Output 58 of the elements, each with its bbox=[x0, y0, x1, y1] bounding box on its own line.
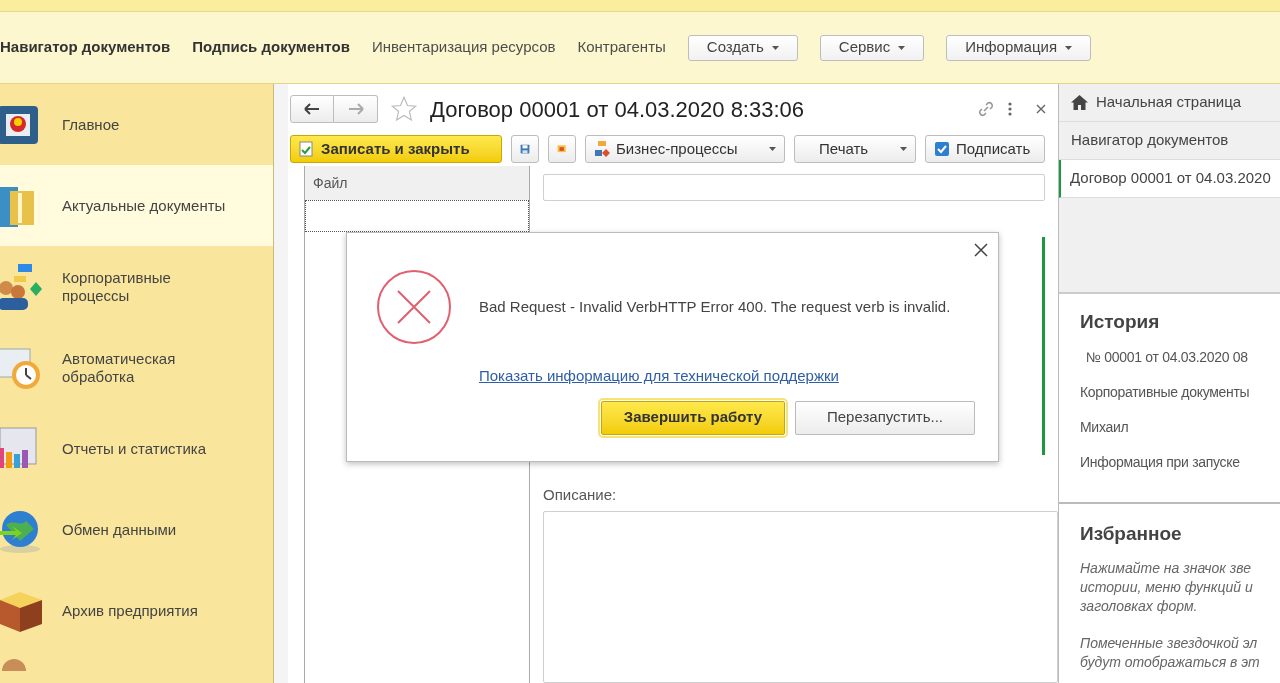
error-message: Bad Request - Invalid VerbHTTP Error 400. The request verb is invalid. bbox=[479, 296, 951, 317]
history-item[interactable]: Михаил bbox=[1080, 416, 1129, 438]
support-info-link[interactable]: Показать информацию для технической поддержки bbox=[479, 365, 839, 388]
form-title: Договор 00001 от 04.03.2020 8:33:06 bbox=[430, 95, 805, 124]
link-icon[interactable] bbox=[976, 99, 996, 119]
menu-dropdown[interactable]: Создать bbox=[687, 34, 798, 61]
history-item[interactable]: Корпоративные документы bbox=[1080, 381, 1250, 403]
description-label: Описание: bbox=[543, 485, 618, 505]
checkbox-icon bbox=[934, 141, 950, 157]
name-field[interactable] bbox=[543, 174, 1045, 201]
favorites-title: Избранное bbox=[1080, 522, 1183, 546]
section-item[interactable]: Архив предприятия bbox=[0, 570, 273, 651]
back-button[interactable] bbox=[290, 95, 334, 123]
error-icon bbox=[376, 269, 452, 345]
section-item[interactable]: Обмен данными bbox=[0, 489, 273, 570]
section-item[interactable]: Главное bbox=[0, 84, 273, 165]
caret-icon bbox=[900, 147, 907, 151]
open-window-item[interactable]: Договор 00001 от 04.03.2020 bbox=[1059, 160, 1280, 198]
back-arrow-icon bbox=[304, 103, 320, 115]
close-icon[interactable] bbox=[1036, 104, 1046, 114]
open-window-item[interactable]: Начальная страница bbox=[1059, 84, 1280, 122]
column-header: Файл bbox=[305, 166, 529, 200]
caret-icon bbox=[1065, 45, 1073, 50]
caret-icon bbox=[771, 45, 779, 50]
favorites-hint: Нажимайте на значок зве истории, меню функций и заголовках форм. bbox=[1080, 558, 1254, 616]
print-button[interactable]: Печать bbox=[794, 135, 916, 163]
sign-button[interactable]: Подписать bbox=[925, 135, 1045, 163]
star-icon[interactable] bbox=[390, 95, 418, 123]
process-icon bbox=[594, 140, 610, 158]
home-icon bbox=[1071, 95, 1088, 110]
save-button[interactable] bbox=[511, 135, 539, 163]
menu-dropdown[interactable]: Сервис bbox=[819, 34, 925, 61]
history-title: История bbox=[1080, 310, 1161, 334]
report-button[interactable] bbox=[548, 135, 576, 163]
description-field[interactable] bbox=[543, 510, 1058, 683]
section-item[interactable]: Актуальные документы bbox=[0, 165, 273, 246]
menu-dropdown[interactable]: Информация bbox=[946, 34, 1092, 61]
more-icon[interactable] bbox=[1008, 102, 1012, 116]
person-icon bbox=[2, 659, 26, 671]
menu-link[interactable]: Навигатор документов bbox=[0, 36, 171, 59]
section-item[interactable]: Отчеты и статистика bbox=[0, 408, 273, 489]
favorites-hint: Помеченные звездочкой эл будут отображаться в эт bbox=[1080, 633, 1261, 672]
menu-link[interactable]: Инвентаризация ресурсов bbox=[371, 36, 556, 59]
dialog-button[interactable]: Перезапустить... bbox=[795, 400, 975, 435]
business-processes-button[interactable]: Бизнес-процессы bbox=[585, 135, 785, 163]
dialog-button[interactable]: Завершить работу bbox=[601, 400, 785, 435]
section-item[interactable]: Автоматическая обработка bbox=[0, 327, 273, 408]
close-icon[interactable] bbox=[974, 243, 988, 257]
menu-link[interactable]: Контрагенты bbox=[577, 36, 666, 59]
history-item[interactable]: Информация при запуске bbox=[1080, 451, 1240, 473]
document-check-icon bbox=[299, 141, 313, 157]
save-close-button[interactable]: Записать и закрыть bbox=[290, 135, 502, 163]
menu-link[interactable]: Подпись документов bbox=[192, 36, 350, 59]
section-item[interactable]: Корпоративные процессы bbox=[0, 246, 273, 327]
forward-arrow-icon bbox=[347, 103, 364, 115]
caret-icon bbox=[898, 45, 906, 50]
history-item[interactable]: № 00001 от 04.03.2020 08 bbox=[1086, 346, 1248, 368]
caret-icon bbox=[769, 147, 776, 151]
